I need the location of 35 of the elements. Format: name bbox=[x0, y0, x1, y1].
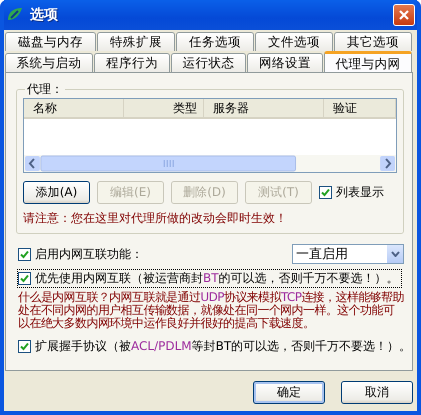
tab[interactable]: 系统与启动 bbox=[5, 53, 94, 72]
horizontal-scrollbar[interactable] bbox=[24, 155, 396, 172]
checkbox[interactable] bbox=[18, 248, 31, 260]
tab[interactable]: 特殊扩展 bbox=[97, 32, 175, 51]
dialog-button[interactable]: 确定 bbox=[253, 381, 325, 404]
checkbox-label: 启用内网互联功能： bbox=[35, 246, 143, 262]
column-header[interactable]: 名称 bbox=[24, 99, 124, 117]
tab[interactable]: 任务选项 bbox=[176, 32, 254, 51]
tab[interactable]: 其它选项 bbox=[334, 32, 412, 51]
window-title: 选项 bbox=[30, 6, 59, 24]
column-header[interactable]: 服务器 bbox=[204, 99, 324, 117]
checkbox[interactable] bbox=[18, 272, 31, 285]
mode-dropdown[interactable]: 一直启用 bbox=[292, 244, 404, 264]
proxy-list[interactable]: 名称 类型 服务器 验证 bbox=[23, 98, 397, 173]
tab[interactable]: 文件选项 bbox=[255, 32, 333, 51]
checkbox-label: 扩展握手协议（被ACL/PDLM等封BT的可以选，否则千万不要选！）。 bbox=[35, 338, 412, 355]
column-header[interactable]: 验证 bbox=[324, 99, 396, 117]
column-header[interactable]: 类型 bbox=[124, 99, 204, 117]
tab[interactable]: 运行状态 bbox=[170, 53, 246, 72]
group-title: 代理： bbox=[26, 81, 64, 98]
tab[interactable]: 网络设置 bbox=[247, 53, 323, 72]
close-icon bbox=[399, 10, 409, 20]
description-text: 什么是内网互联？内网互联就是通过UDP协议来模拟TCP连接，这样能够帮助处在不同内网的用户相互传输数据，就像处在同一个网内一样。这个功能可以在绝大多数内网环境中运作良好并很好的提高下载速度。 bbox=[18, 291, 404, 330]
action-button[interactable]: 添加(A) bbox=[23, 181, 90, 204]
checkbox[interactable] bbox=[18, 340, 31, 353]
tab[interactable]: 程序行为 bbox=[94, 53, 170, 72]
checkbox-label: 列表显示 bbox=[336, 184, 384, 201]
checkbox[interactable] bbox=[319, 186, 332, 199]
chevron-down-icon bbox=[390, 251, 400, 257]
checkbox-label: 优先使用内网互联（被运营商封BT的可以选，否则千万不要选！）。 bbox=[35, 270, 399, 287]
tab[interactable]: 磁盘与内存 bbox=[5, 32, 96, 51]
close-button[interactable] bbox=[393, 4, 415, 26]
notice-text: 请注意：您在这里对代理所做的改动会即时生效！ bbox=[23, 210, 288, 227]
dialog-button[interactable]: 取消 bbox=[341, 381, 413, 404]
tab[interactable]: 代理与内网 bbox=[324, 51, 412, 72]
